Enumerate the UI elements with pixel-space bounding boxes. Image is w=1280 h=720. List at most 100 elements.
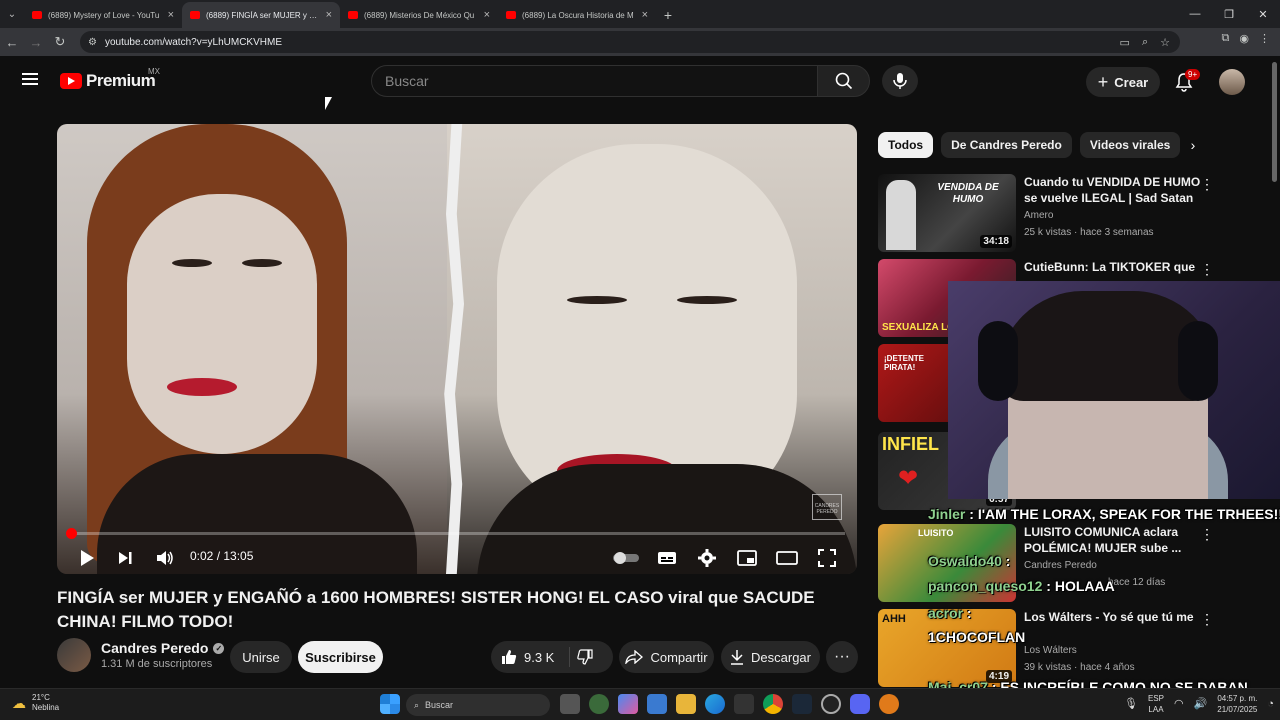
cast-icon[interactable]: ▭ xyxy=(1120,36,1130,49)
video-thumbnail[interactable]: VENDIDA DE HUMO 34:18 xyxy=(878,174,1016,252)
next-button[interactable] xyxy=(113,546,137,570)
share-button[interactable]: Compartir xyxy=(619,641,714,673)
extensions-icon[interactable]: ⧉ xyxy=(1222,32,1230,45)
thumbnail-text: VENDIDA DE HUMO xyxy=(937,182,999,205)
miniplayer-icon xyxy=(737,550,757,566)
theater-mode-button[interactable] xyxy=(775,546,799,570)
related-channel-name[interactable]: Los Wálters xyxy=(1024,645,1077,656)
close-window-icon[interactable]: ✕ xyxy=(1246,0,1280,28)
chrome-icon[interactable] xyxy=(763,694,783,714)
channel-name-row[interactable]: Candres Peredo ✓ xyxy=(101,640,225,656)
windows-start-icon[interactable] xyxy=(380,694,400,714)
new-tab-button[interactable]: + xyxy=(656,2,680,28)
obs-icon[interactable] xyxy=(821,694,841,714)
account-avatar[interactable] xyxy=(1219,69,1245,95)
like-count[interactable]: 9.3 K xyxy=(524,650,554,665)
language-indicator[interactable]: ESP LAA xyxy=(1148,693,1164,715)
task-view-icon[interactable] xyxy=(560,694,580,714)
app-icon[interactable] xyxy=(879,694,899,714)
xbox-icon[interactable] xyxy=(734,694,754,714)
chip-from-channel[interactable]: De Candres Peredo xyxy=(941,132,1072,158)
notification-center-icon[interactable]: ◔ xyxy=(1267,698,1274,710)
bookmark-star-icon[interactable]: ☆ xyxy=(1160,36,1170,49)
clock[interactable]: 04:57 p. m. 21/07/2025 xyxy=(1217,693,1257,715)
close-tab-icon[interactable]: × xyxy=(642,9,648,21)
wifi-icon[interactable]: ◠ xyxy=(1174,698,1184,710)
browser-tab-active[interactable]: (6889) FINGÍA ser MUJER y ENGAÑÓ× xyxy=(182,2,340,28)
subtitles-icon xyxy=(658,552,676,564)
play-button[interactable] xyxy=(75,546,99,570)
speaker-icon[interactable]: 🔊 xyxy=(1194,698,1208,710)
chip-all[interactable]: Todos xyxy=(878,132,934,158)
taskbar-search[interactable]: ⌕ Buscar xyxy=(406,694,550,716)
like-thumb-icon[interactable] xyxy=(501,649,517,665)
search-button[interactable] xyxy=(817,65,870,97)
tab-search-icon[interactable]: ⌄ xyxy=(0,0,24,28)
chip-viral-videos[interactable]: Videos virales xyxy=(1079,132,1181,158)
site-info-icon[interactable]: ⚙ xyxy=(88,37,97,48)
related-channel-name[interactable]: Amero xyxy=(1024,210,1053,221)
chat-text: 1CHOCOFLAN xyxy=(928,629,1026,645)
chat-app-icon[interactable] xyxy=(589,694,609,714)
related-channel-name[interactable]: Candres Peredo xyxy=(1024,560,1097,571)
subscribe-button[interactable]: Suscribirse xyxy=(298,641,383,673)
fullscreen-button[interactable] xyxy=(815,546,839,570)
settings-button[interactable] xyxy=(695,546,719,570)
browser-menu-icon[interactable]: ⋮ xyxy=(1259,32,1270,45)
download-button[interactable]: Descargar xyxy=(721,641,820,673)
discord-icon[interactable] xyxy=(850,694,870,714)
video-player[interactable]: CANDRES PEREDO 0:02 / 13:05 xyxy=(57,124,857,574)
close-tab-icon[interactable]: × xyxy=(168,9,174,21)
related-video-meta: hace 12 días xyxy=(1108,577,1166,588)
page-scrollbar[interactable] xyxy=(1272,62,1277,182)
join-button[interactable]: Unirse xyxy=(230,641,292,673)
related-video-item[interactable]: VENDIDA DE HUMO 34:18 Cuando tu VENDIDA … xyxy=(878,174,1268,254)
more-vertical-icon[interactable]: ⋮ xyxy=(1200,611,1214,628)
restore-icon[interactable]: ❐ xyxy=(1212,0,1246,28)
store-icon[interactable] xyxy=(647,694,667,714)
forward-icon[interactable]: → xyxy=(24,35,48,50)
miniplayer-button[interactable] xyxy=(735,546,759,570)
reload-icon[interactable]: ↻ xyxy=(48,34,72,50)
steam-icon[interactable] xyxy=(792,694,812,714)
related-filter-chips: Todos De Candres Peredo Videos virales xyxy=(878,132,1181,158)
zoom-icon[interactable]: ⌕ xyxy=(1142,36,1148,49)
hamburger-menu-icon[interactable] xyxy=(22,73,38,85)
browser-tab[interactable]: (6889) La Oscura Historia de M × xyxy=(498,2,656,28)
profile-icon[interactable]: ◉ xyxy=(1239,32,1249,45)
search-input[interactable]: Buscar xyxy=(371,65,818,97)
more-actions-button[interactable]: ··· xyxy=(826,641,858,673)
channel-avatar[interactable] xyxy=(57,638,91,672)
close-tab-icon[interactable]: × xyxy=(326,9,332,21)
clock-date: 21/07/2025 xyxy=(1217,705,1258,714)
youtube-favicon-icon xyxy=(190,11,200,19)
window-controls: — ❐ ✕ xyxy=(1178,0,1280,28)
more-vertical-icon[interactable]: ⋮ xyxy=(1200,176,1214,193)
edge-icon[interactable] xyxy=(705,694,725,714)
back-icon[interactable]: ← xyxy=(0,35,24,50)
weather-widget[interactable]: ☁ 21°C Neblina xyxy=(12,693,59,713)
minimize-icon[interactable]: — xyxy=(1178,0,1212,28)
progress-bar[interactable] xyxy=(66,528,845,539)
chevron-right-icon[interactable]: › xyxy=(1182,134,1204,156)
create-button[interactable]: + Crear xyxy=(1086,67,1160,97)
microphone-icon[interactable]: 🎙 xyxy=(1124,698,1138,710)
file-explorer-icon[interactable] xyxy=(676,694,696,714)
url-field[interactable]: ⚙ youtube.com/watch?v=yLhUMCKVHME ▭ ⌕ ☆ xyxy=(80,31,1180,53)
browser-tab[interactable]: (6889) Misterios De México Qu × xyxy=(340,2,498,28)
chat-message: Jinler : I'AM THE LORAX, SPEAK FOR THE T… xyxy=(928,506,1280,522)
headphones-icon xyxy=(978,321,1018,401)
browser-tab[interactable]: (6889) Mystery of Love - YouTu × xyxy=(24,2,182,28)
voice-search-button[interactable] xyxy=(882,65,918,97)
copilot-icon[interactable] xyxy=(618,694,638,714)
channel-watermark[interactable]: CANDRES PEREDO xyxy=(812,494,842,520)
youtube-premium-logo[interactable]: Premium MX xyxy=(60,67,160,91)
more-vertical-icon[interactable]: ⋮ xyxy=(1200,261,1214,278)
autoplay-toggle[interactable] xyxy=(611,546,641,570)
gear-icon xyxy=(698,549,716,567)
more-vertical-icon[interactable]: ⋮ xyxy=(1200,526,1214,543)
volume-button[interactable] xyxy=(153,546,177,570)
subtitles-button[interactable] xyxy=(655,546,679,570)
close-tab-icon[interactable]: × xyxy=(484,9,490,21)
dislike-thumb-icon[interactable] xyxy=(577,649,593,665)
